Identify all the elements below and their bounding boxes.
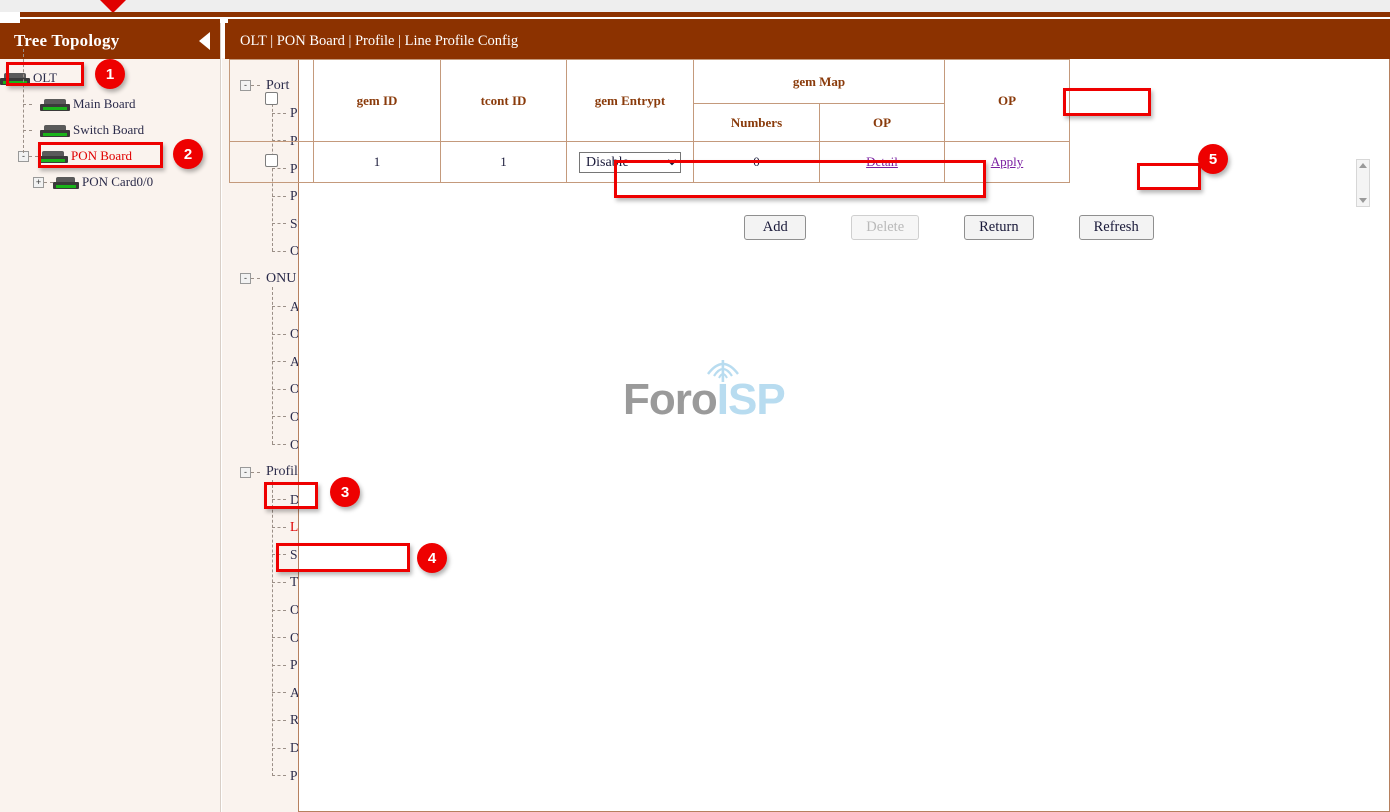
table-header-row-1: gem ID tcont ID gem Entrypt gem Map OP (230, 60, 1070, 104)
topology-tree: OLT Main Board Switch Board -PON Board + PON … (0, 59, 220, 195)
device-icon (53, 176, 79, 189)
gem-entrypt-select[interactable]: DisableEnable (579, 152, 681, 173)
sidebar: Tree Topology OLT Main Board Switch Board -… (0, 23, 221, 812)
tree-vertical-connector (23, 49, 24, 153)
tree-connector (23, 130, 32, 131)
row-select-checkbox[interactable] (265, 154, 278, 167)
top-gray-strip (0, 0, 1390, 12)
tree-item-label: Switch Board (73, 122, 144, 138)
cell-gem-map-numbers: 0 (694, 142, 820, 183)
device-icon (0, 72, 30, 85)
header-tcont-id: tcont ID (441, 60, 567, 142)
cell-op: Apply (945, 142, 1070, 183)
tree-connector (29, 156, 38, 157)
cell-gem-id: 1 (314, 142, 441, 183)
select-all-header (230, 60, 314, 142)
line-profile-table-wrapper: gem ID tcont ID gem Entrypt gem Map OP N… (229, 59, 1070, 183)
tree-item-switch-board[interactable]: Switch Board (0, 117, 220, 143)
tree-item-main-board[interactable]: Main Board (0, 91, 220, 117)
expand-node-icon[interactable]: + (33, 177, 44, 188)
watermark-text-primary: Foro (623, 375, 717, 424)
table-head: gem ID tcont ID gem Entrypt gem Map OP N… (230, 60, 1070, 142)
select-all-checkbox[interactable] (265, 92, 278, 105)
return-button[interactable]: Return (964, 215, 1033, 240)
tree-item-label: PON Board (71, 148, 132, 164)
tree-item-label: PON Card0/0 (82, 174, 153, 190)
device-icon (38, 150, 68, 163)
tree-connector (44, 182, 53, 183)
line-profile-table: gem ID tcont ID gem Entrypt gem Map OP N… (229, 59, 1070, 183)
collapse-sidebar-icon[interactable] (199, 32, 210, 50)
tree-item-label: OLT (33, 70, 57, 86)
row-checkbox-cell (230, 142, 314, 183)
device-icon (40, 124, 70, 137)
scroll-down-icon[interactable] (1359, 198, 1367, 203)
page-root: Tree Topology OLT Main Board Switch Board -… (0, 0, 1390, 812)
cell-tcont-id: 1 (441, 142, 567, 183)
top-brown-bar (20, 12, 1390, 17)
header-gem-id: gem ID (314, 60, 441, 142)
tree-item-pon-board[interactable]: -PON Board (0, 143, 220, 169)
tree-item-label: Main Board (73, 96, 135, 112)
header-gem-map-numbers: Numbers (694, 104, 820, 142)
header-gem-entrypt: gem Entrypt (567, 60, 694, 142)
foroisp-watermark: ForoISP (623, 375, 785, 425)
tree-item-pon-card0-0[interactable]: + PON Card0/0 (0, 169, 220, 195)
header-gem-map-op: OP (820, 104, 945, 142)
wifi-tower-icon (700, 352, 746, 382)
apply-link[interactable]: Apply (991, 154, 1024, 169)
delete-button[interactable]: Delete (851, 215, 919, 240)
tree-item-olt[interactable]: OLT (0, 65, 220, 91)
add-button[interactable]: Add (744, 215, 806, 240)
header-op: OP (945, 60, 1070, 142)
header-gem-map: gem Map (694, 60, 945, 104)
table-body: 1 1 DisableEnable 0 Detail Apply (230, 142, 1070, 183)
cell-gem-entrypt: DisableEnable (567, 142, 694, 183)
sidebar-title: Tree Topology (14, 31, 119, 51)
table-row-scrollbar[interactable] (1356, 159, 1370, 207)
device-icon (40, 98, 70, 111)
watermark-text-secondary: ISP (717, 375, 785, 424)
detail-link[interactable]: Detail (866, 154, 898, 169)
breadcrumb: OLT | PON Board | Profile | Line Profile… (225, 23, 1390, 59)
scroll-up-icon[interactable] (1359, 163, 1367, 168)
cell-gem-map-op: Detail (820, 142, 945, 183)
table-row: 1 1 DisableEnable 0 Detail Apply (230, 142, 1070, 183)
sidebar-header: Tree Topology (0, 23, 220, 59)
refresh-button[interactable]: Refresh (1079, 215, 1154, 240)
tree-connector (23, 104, 32, 105)
action-button-row: Add Delete Return Refresh (529, 215, 1369, 240)
